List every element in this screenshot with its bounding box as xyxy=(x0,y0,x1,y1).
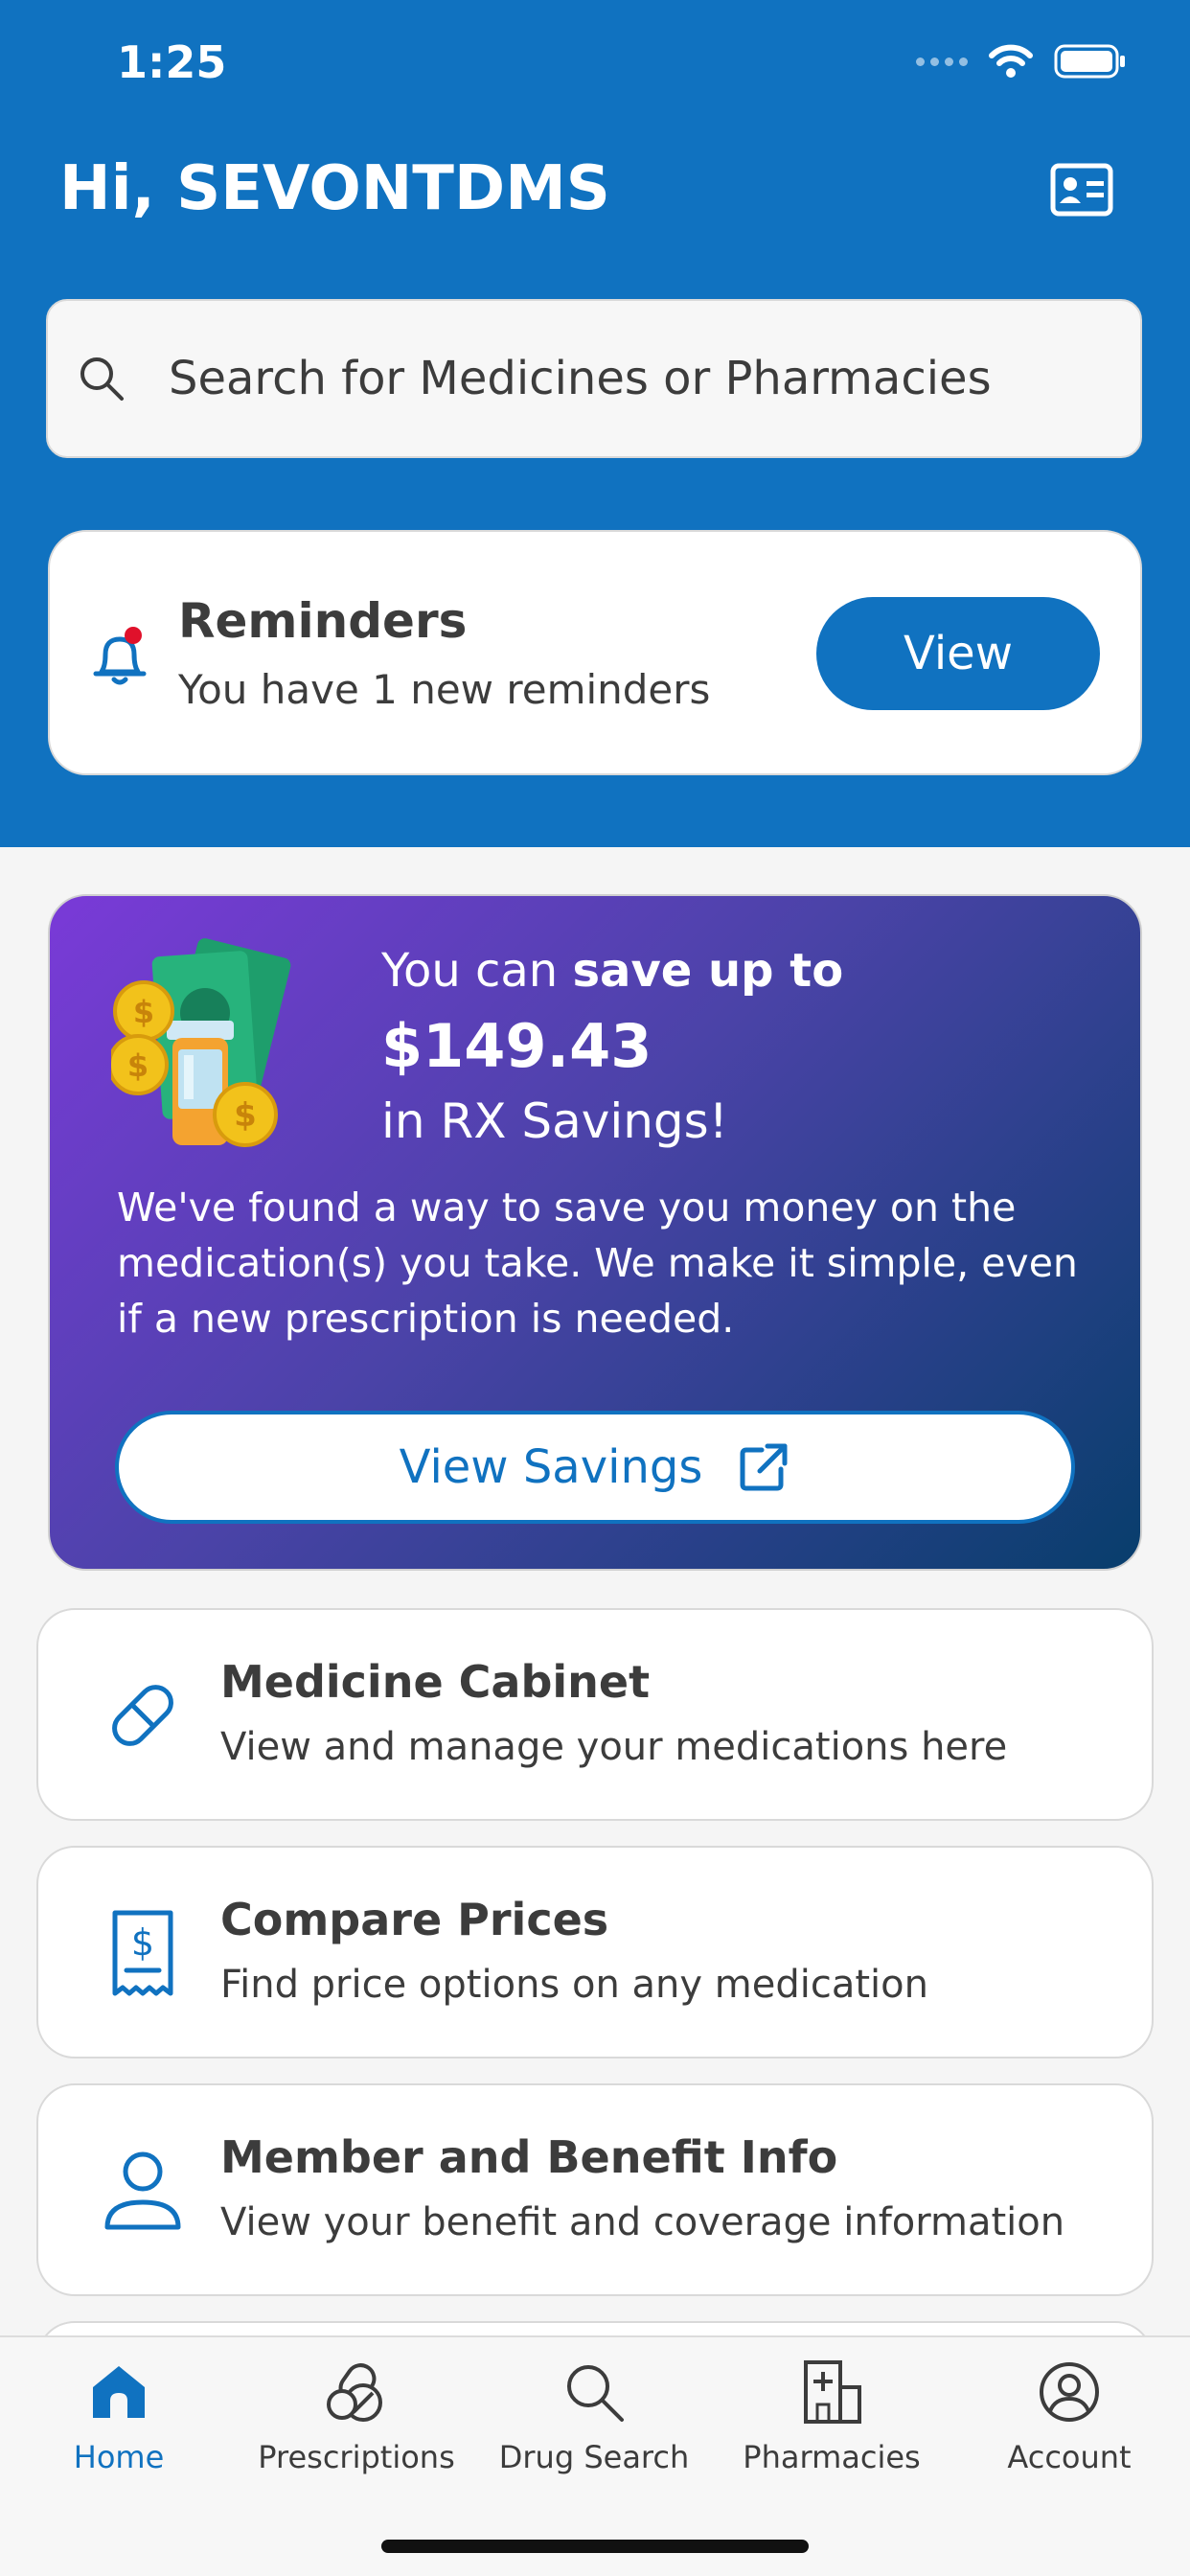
medicine-cabinet-tile[interactable]: Medicine Cabinet View and manage your me… xyxy=(36,1608,1154,1821)
status-time: 1:25 xyxy=(117,36,227,88)
tab-pharmacies-label: Pharmacies xyxy=(743,2439,921,2475)
tile-subtitle: View and manage your medications here xyxy=(220,1725,1008,1769)
promo-headline: You can save up to xyxy=(381,944,844,998)
view-reminders-button[interactable]: View xyxy=(816,597,1100,710)
tab-drug-search[interactable]: Drug Search xyxy=(475,2358,713,2475)
receipt-dollar-icon: $ xyxy=(112,1910,173,1996)
tile-title: Compare Prices xyxy=(220,1894,609,1945)
wifi-icon xyxy=(989,44,1033,78)
reminders-card[interactable]: Reminders You have 1 new reminders View xyxy=(48,530,1142,775)
savings-amount: $149.43 xyxy=(381,1011,652,1081)
battery-icon xyxy=(1054,44,1125,79)
home-indicator[interactable] xyxy=(381,2540,809,2553)
bell-icon xyxy=(93,627,147,685)
tab-drug-search-label: Drug Search xyxy=(498,2439,690,2475)
svg-text:$: $ xyxy=(234,1096,257,1135)
header-bar: 1:25 Hi, SEVONTDMS Search for Medicines … xyxy=(0,0,1190,847)
promo-description: We've found a way to save you money on t… xyxy=(117,1184,1078,1342)
status-icons xyxy=(916,44,1127,79)
tab-account[interactable]: Account xyxy=(950,2358,1188,2475)
promo-subheadline: in RX Savings! xyxy=(381,1093,728,1149)
tab-prescriptions-label: Prescriptions xyxy=(258,2439,455,2475)
view-savings-label: View Savings xyxy=(399,1440,703,1494)
tab-home-label: Home xyxy=(73,2439,165,2475)
member-benefit-info-tile[interactable]: Member and Benefit Info View your benefi… xyxy=(36,2083,1154,2296)
pill-icon xyxy=(112,1685,173,1746)
savings-promo-card: $ $ $ You can save up to $149.43 in RX S… xyxy=(48,894,1142,1571)
greeting-title: Hi, SEVONTDMS xyxy=(59,153,610,224)
tile-title: Member and Benefit Info xyxy=(220,2131,838,2183)
search-placeholder: Search for Medicines or Pharmacies xyxy=(169,352,992,405)
tab-account-label: Account xyxy=(1007,2439,1132,2475)
compare-prices-tile[interactable]: $ Compare Prices Find price options on a… xyxy=(36,1846,1154,2058)
tile-subtitle: View your benefit and coverage informati… xyxy=(220,2200,1065,2244)
tab-home[interactable]: Home xyxy=(0,2358,238,2475)
svg-text:$: $ xyxy=(127,1047,149,1084)
search-icon xyxy=(567,2365,624,2422)
reminders-title: Reminders xyxy=(178,593,468,649)
savings-illustration-icon: $ $ $ xyxy=(111,938,291,1147)
external-link-icon xyxy=(740,1443,788,1491)
search-icon xyxy=(80,357,124,401)
person-icon xyxy=(104,2151,181,2230)
reminders-subtitle: You have 1 new reminders xyxy=(178,666,711,713)
home-icon xyxy=(93,2366,145,2418)
tile-title: Medicine Cabinet xyxy=(220,1656,651,1708)
pharmacy-icon xyxy=(804,2360,861,2424)
signal-icon xyxy=(916,57,968,66)
tab-pharmacies[interactable]: Pharmacies xyxy=(713,2358,950,2475)
tile-subtitle: Find price options on any medication xyxy=(220,1963,928,2007)
svg-text:$: $ xyxy=(131,1921,154,1964)
svg-text:$: $ xyxy=(133,994,154,1030)
view-savings-button[interactable]: View Savings xyxy=(115,1411,1075,1524)
account-icon xyxy=(1040,2362,1099,2422)
tab-prescriptions[interactable]: Prescriptions xyxy=(238,2358,475,2475)
search-input[interactable]: Search for Medicines or Pharmacies xyxy=(46,299,1142,458)
id-card-icon[interactable] xyxy=(1050,163,1113,217)
prescriptions-icon xyxy=(327,2363,382,2422)
